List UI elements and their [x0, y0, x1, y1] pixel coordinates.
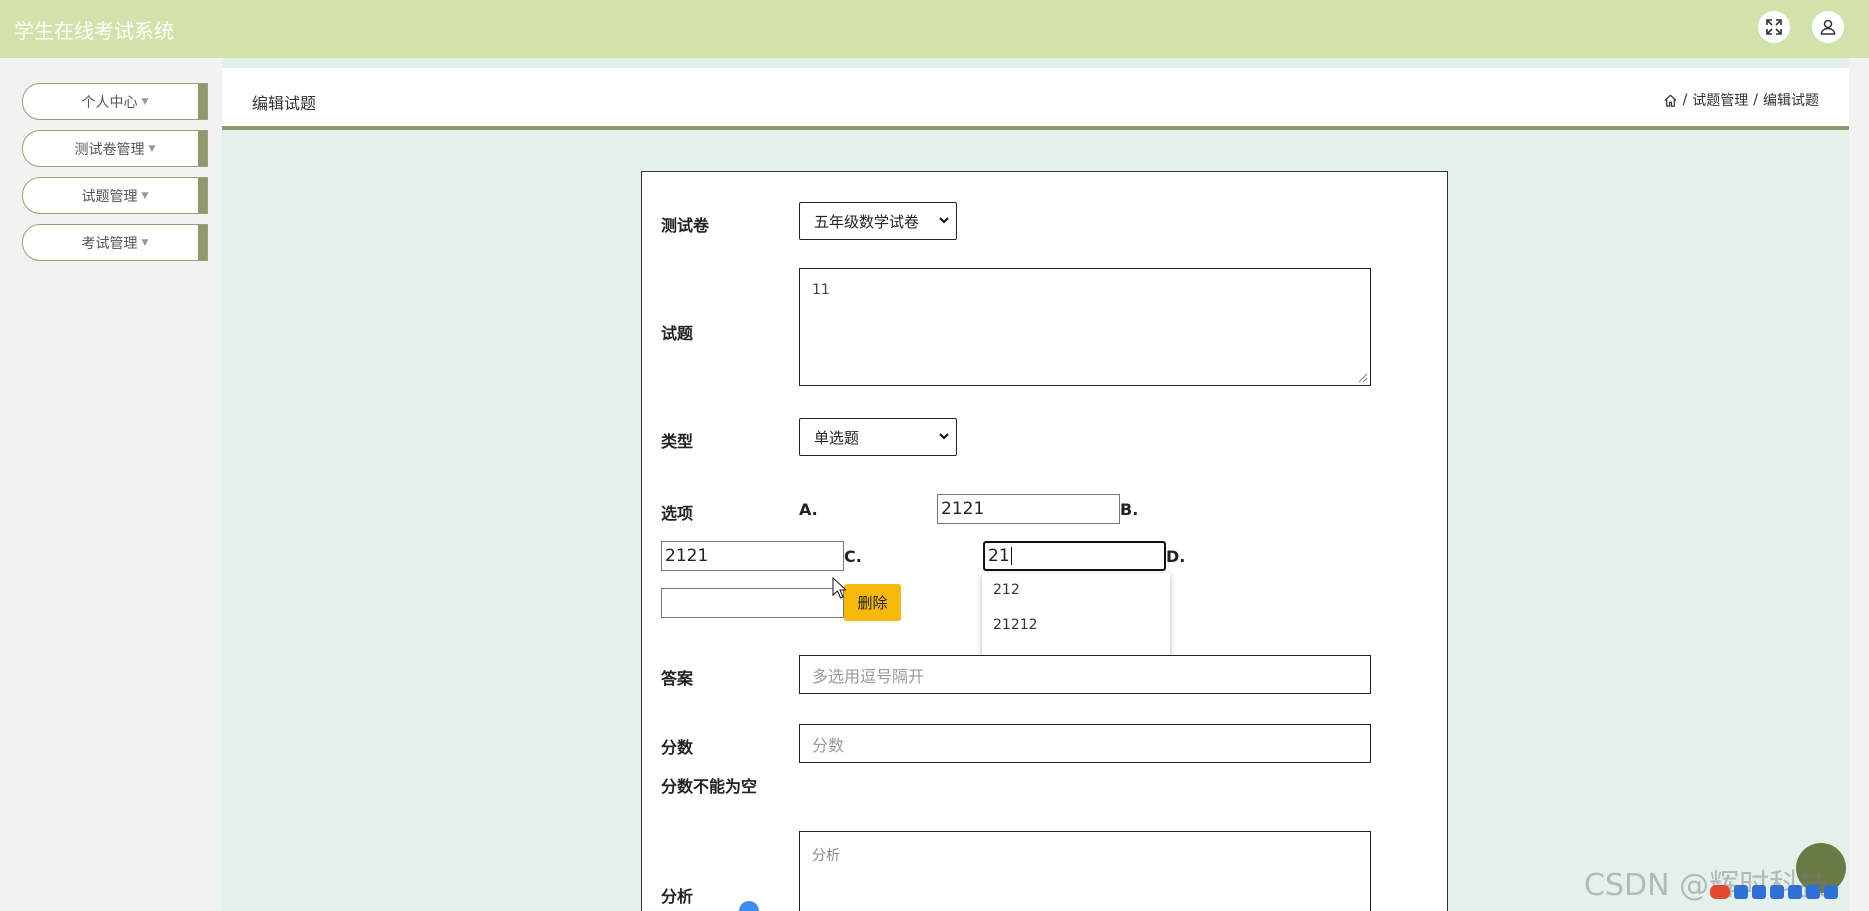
page-title: 编辑试题: [252, 94, 317, 113]
option-a-letter: A.: [799, 500, 818, 519]
paper-label: 测试卷: [661, 216, 710, 235]
answer-placeholder: 多选用逗号隔开: [812, 666, 925, 686]
ime-tools-icon: [1824, 885, 1838, 899]
analysis-label: 分析: [661, 887, 694, 906]
app-title: 学生在线考试系统: [14, 19, 174, 43]
sidebar-item-label: 考试管理: [81, 235, 138, 252]
score-input[interactable]: 分数: [799, 724, 1371, 763]
type-select-value: 单选题: [814, 428, 860, 447]
option-a-value: 2121: [941, 499, 985, 519]
top-bar: 学生在线考试系统: [0, 0, 1869, 58]
question-label: 试题: [661, 324, 694, 343]
score-error-message: 分数不能为空: [661, 777, 758, 796]
option-c-letter: C.: [844, 547, 862, 566]
main-content: 编辑试题 / 试题管理 / 编辑试题 测试卷 五年级数学试卷 试题 11 类型 …: [222, 58, 1849, 911]
ime-logo-icon: [1710, 885, 1730, 899]
sidebar-item-accent: [198, 84, 207, 119]
option-b-input[interactable]: 2121: [661, 541, 844, 571]
sidebar-item-label: 试题管理: [81, 188, 138, 205]
edit-question-form: 测试卷 五年级数学试卷 试题 11 类型 单选题 选项 A. 2121 B. 2…: [641, 171, 1448, 911]
user-icon: [1820, 19, 1836, 35]
autocomplete-option[interactable]: 21212: [982, 608, 1170, 643]
chevron-down-icon: [939, 433, 949, 440]
ime-mic-icon: [1770, 885, 1784, 899]
user-button[interactable]: [1812, 11, 1844, 43]
mouse-cursor-icon: [832, 577, 846, 599]
answer-label: 答案: [661, 669, 694, 688]
caret-down-icon: ▼: [141, 237, 149, 248]
option-d-input[interactable]: [661, 588, 844, 618]
sidebar-item-accent: [198, 225, 207, 260]
delete-option-button[interactable]: 删除: [844, 584, 901, 621]
breadcrumb-item-edit-question: 编辑试题: [1763, 93, 1819, 109]
sidebar-item-label: 个人中心: [81, 94, 138, 111]
type-select[interactable]: 单选题: [799, 418, 957, 456]
breadcrumb-separator: /: [1682, 92, 1688, 108]
breadcrumb-item-question-management[interactable]: 试题管理: [1692, 90, 1748, 110]
option-d-letter: D.: [1166, 547, 1186, 566]
question-textarea[interactable]: 11: [799, 268, 1371, 386]
caret-down-icon: ▼: [141, 190, 149, 201]
score-label: 分数: [661, 738, 694, 757]
autocomplete-option[interactable]: 212: [982, 573, 1170, 608]
breadcrumb-separator: /: [1753, 92, 1758, 108]
sidebar-item-exam-management[interactable]: 考试管理 ▼: [22, 224, 208, 261]
type-label: 类型: [661, 432, 694, 451]
fullscreen-button[interactable]: [1758, 11, 1790, 43]
question-textarea-value: 11: [812, 282, 830, 298]
sidebar-item-question-management[interactable]: 试题管理 ▼: [22, 177, 208, 214]
autocomplete-dropdown: 212 21212: [982, 573, 1170, 657]
caret-down-icon: ▼: [141, 96, 149, 107]
option-c-input[interactable]: 21: [983, 541, 1166, 571]
analysis-textarea[interactable]: 分析: [799, 831, 1371, 911]
paper-select[interactable]: 五年级数学试卷: [799, 202, 957, 240]
home-icon[interactable]: [1663, 93, 1678, 108]
sidebar-item-accent: [198, 131, 207, 166]
caret-down-icon: ▼: [148, 143, 156, 154]
option-b-letter: B.: [1120, 500, 1139, 519]
breadcrumb: / 试题管理 / 编辑试题: [1663, 90, 1819, 110]
option-b-value: 2121: [665, 546, 709, 566]
ime-toolbar: [1710, 880, 1869, 904]
text-caret: [1010, 547, 1012, 565]
ime-keyboard-icon: [1788, 885, 1802, 899]
paper-select-value: 五年级数学试卷: [814, 212, 920, 231]
sidebar-item-personal-center[interactable]: 个人中心 ▼: [22, 83, 208, 120]
ime-skin-icon: [1806, 885, 1820, 899]
option-a-input[interactable]: 2121: [937, 494, 1120, 524]
analysis-placeholder: 分析: [812, 848, 840, 864]
option-c-value: 21: [988, 546, 1010, 566]
sidebar-item-paper-management[interactable]: 测试卷管理 ▼: [22, 130, 208, 167]
chevron-down-icon: [939, 217, 949, 224]
answer-input[interactable]: 多选用逗号隔开: [799, 655, 1371, 694]
options-label: 选项: [661, 504, 694, 523]
ime-punctuation-icon: [1752, 885, 1766, 899]
sidebar: 个人中心 ▼ 测试卷管理 ▼ 试题管理 ▼ 考试管理 ▼: [0, 58, 220, 911]
ime-chinese-icon: [1734, 885, 1748, 899]
sidebar-item-label: 测试卷管理: [74, 141, 145, 158]
expand-icon: [1766, 19, 1782, 35]
page-header: 编辑试题 / 试题管理 / 编辑试题: [222, 68, 1849, 130]
sidebar-item-accent: [198, 178, 207, 213]
resize-handle-icon[interactable]: [1358, 373, 1368, 383]
score-placeholder: 分数: [812, 735, 845, 755]
